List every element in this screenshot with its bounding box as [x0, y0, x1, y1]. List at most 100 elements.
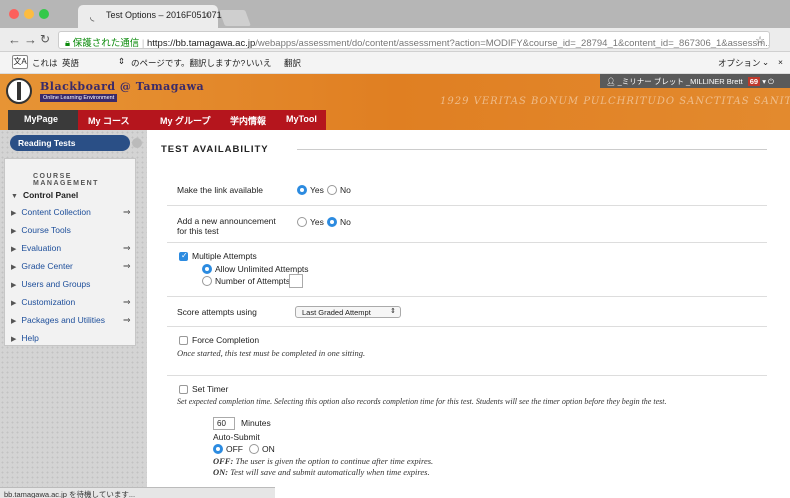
- auto-submit-on-label[interactable]: ON: [262, 444, 275, 454]
- site-header: Blackboard @ Tamagawa Online Learning En…: [0, 74, 790, 130]
- tab-close-icon[interactable]: ×: [205, 10, 210, 20]
- number-of-attempts-radio[interactable]: [202, 276, 212, 286]
- course-title[interactable]: Reading Tests: [18, 138, 75, 148]
- make-available-yes-radio[interactable]: [297, 185, 307, 195]
- multiple-attempts-label[interactable]: Multiple Attempts: [192, 251, 257, 261]
- auto-submit-off-radio[interactable]: [213, 444, 223, 454]
- set-timer-label[interactable]: Set Timer: [192, 384, 228, 394]
- browser-tab[interactable]: ◟ Test Options – 2016F0510718 ×: [78, 5, 227, 28]
- chevron-down-icon[interactable]: ⌄: [762, 57, 769, 68]
- set-timer-checkbox[interactable]: [179, 385, 188, 394]
- sidebar-item-label: Content Collection: [21, 207, 91, 217]
- sidebar-item-label: Packages and Utilities: [21, 315, 106, 325]
- control-panel-header[interactable]: ▼ Control Panel: [11, 190, 78, 200]
- translate-prefix: これは: [32, 58, 58, 68]
- announcement-no-radio[interactable]: [327, 217, 337, 227]
- select-arrows-icon: ⇕: [390, 308, 396, 315]
- translate-no-button[interactable]: いいえ: [246, 57, 272, 69]
- collapse-menu-icon[interactable]: [132, 138, 142, 148]
- zoom-window-button[interactable]: [39, 9, 49, 19]
- sidebar-item-evaluation[interactable]: ▶ Evaluation: [11, 243, 61, 253]
- tab-my-groups[interactable]: My グループ: [150, 110, 220, 130]
- tamagawa-logo-icon[interactable]: [6, 78, 32, 104]
- sidebar-item-label: Users and Groups: [21, 279, 91, 289]
- double-arrow-icon[interactable]: ⇒: [123, 207, 131, 218]
- unlimited-attempts-radio[interactable]: [202, 264, 212, 274]
- multiple-attempts-checkbox[interactable]: [179, 251, 188, 261]
- auto-submit-off-label[interactable]: OFF: [226, 444, 243, 454]
- tab-campus-info[interactable]: 学内情報: [220, 110, 276, 130]
- tab-my-courses[interactable]: My コース: [78, 110, 150, 130]
- forward-icon[interactable]: →: [24, 32, 37, 47]
- minimize-window-button[interactable]: [24, 9, 34, 19]
- back-icon[interactable]: ←: [8, 32, 21, 47]
- double-arrow-icon[interactable]: ⇒: [123, 261, 131, 272]
- secure-label: 保護された通信: [72, 38, 140, 49]
- close-icon[interactable]: ×: [778, 57, 783, 67]
- minutes-label: Minutes: [241, 418, 271, 428]
- status-bar: bb.tamagawa.ac.jp を待機しています...: [0, 487, 275, 498]
- on-desc-key: ON:: [213, 467, 229, 477]
- notification-badge[interactable]: 69: [747, 77, 761, 86]
- course-title-button[interactable]: Reading Tests: [10, 135, 142, 151]
- control-panel-label: Control Panel: [22, 190, 79, 200]
- make-available-no-label[interactable]: No: [340, 185, 351, 195]
- force-completion-label[interactable]: Force Completion: [192, 335, 259, 345]
- brand-title[interactable]: Blackboard @ Tamagawa: [40, 80, 204, 93]
- row-divider: [167, 242, 767, 243]
- sidebar-item-grade-center[interactable]: ▶ Grade Center: [11, 261, 73, 271]
- reload-icon[interactable]: ↻: [40, 32, 50, 46]
- address-bar: ← → ↻ 🔒︎ 保護された通信 | https://bb.tamagawa.a…: [0, 28, 790, 52]
- sidebar-item-course-tools[interactable]: ▶ Course Tools: [11, 225, 71, 235]
- language-select-arrows-icon[interactable]: ⇕: [118, 56, 125, 67]
- on-desc-text: Test will save and submit automatically …: [230, 467, 430, 477]
- translate-bar: 文A これは 英語 ⇕ のページです。翻訳しますか? いいえ 翻訳 オプション …: [0, 52, 790, 74]
- double-arrow-icon[interactable]: ⇒: [123, 243, 131, 254]
- user-menu[interactable]: 👤︎ _ミリナー ブレット _MILLINER Brett 69 ▾ ⏻: [600, 74, 790, 88]
- triangle-right-icon: ▶: [11, 264, 17, 271]
- tab-mytool[interactable]: MyTool: [276, 110, 326, 130]
- auto-submit-on-radio[interactable]: [249, 444, 259, 454]
- user-icon: 👤︎: [606, 77, 616, 86]
- url-input[interactable]: 🔒︎ 保護された通信 | https://bb.tamagawa.ac.jp/w…: [58, 31, 770, 49]
- sidebar-item-help[interactable]: ▶ Help: [11, 333, 39, 343]
- double-arrow-icon[interactable]: ⇒: [123, 297, 131, 308]
- force-completion-checkbox[interactable]: [179, 336, 188, 345]
- off-desc-text: The user is given the option to continue…: [235, 456, 434, 466]
- course-management-heading: COURSE MANAGEMENT: [33, 173, 99, 187]
- number-of-attempts-input[interactable]: [289, 274, 303, 288]
- make-available-label: Make the link available: [177, 185, 263, 195]
- tab-mypage[interactable]: MyPage: [8, 110, 78, 130]
- section-title: TEST AVAILABILITY: [161, 144, 269, 155]
- minutes-input[interactable]: 60: [213, 417, 235, 430]
- announcement-yes-radio[interactable]: [297, 217, 307, 227]
- make-available-yes-label[interactable]: Yes: [310, 185, 324, 195]
- number-of-attempts-label[interactable]: Number of Attempts: [215, 276, 290, 286]
- translate-options-button[interactable]: オプション: [718, 57, 761, 69]
- bookmark-star-icon[interactable]: ☆: [755, 34, 765, 47]
- sidebar-item-users-and-groups[interactable]: ▶ Users and Groups: [11, 279, 90, 289]
- sidebar-item-content-collection[interactable]: ▶ Content Collection: [11, 207, 91, 217]
- make-available-no-radio[interactable]: [327, 185, 337, 195]
- sidebar-item-packages-and-utilities[interactable]: ▶ Packages and Utilities: [11, 315, 105, 325]
- close-window-button[interactable]: [9, 9, 19, 19]
- auto-submit-on-description: ON: Test will save and submit automatica…: [213, 467, 430, 477]
- double-arrow-icon[interactable]: ⇒: [123, 315, 131, 326]
- score-attempts-select[interactable]: Last Graded Attempt ⇕: [295, 306, 401, 318]
- translate-button[interactable]: 翻訳: [284, 57, 301, 69]
- sidebar-item-customization[interactable]: ▶ Customization: [11, 297, 75, 307]
- logout-icon[interactable]: ⏻: [768, 77, 774, 86]
- new-tab-button[interactable]: [219, 10, 251, 26]
- row-divider: [167, 205, 767, 206]
- unlimited-attempts-label[interactable]: Allow Unlimited Attempts: [215, 264, 309, 274]
- language-select[interactable]: 英語: [62, 57, 79, 69]
- loading-icon: ◟: [90, 11, 95, 23]
- force-completion-description: Once started, this test must be complete…: [177, 348, 366, 358]
- announcement-no-label[interactable]: No: [340, 217, 351, 227]
- dropdown-arrow-icon[interactable]: ▾: [762, 77, 766, 86]
- row-divider: [167, 296, 767, 297]
- row-divider: [167, 375, 767, 376]
- browser-window: { "browser": { "tab_title": "Test Option…: [0, 0, 790, 498]
- announcement-yes-label[interactable]: Yes: [310, 217, 324, 227]
- user-name[interactable]: _ミリナー ブレット _MILLINER Brett: [618, 77, 743, 86]
